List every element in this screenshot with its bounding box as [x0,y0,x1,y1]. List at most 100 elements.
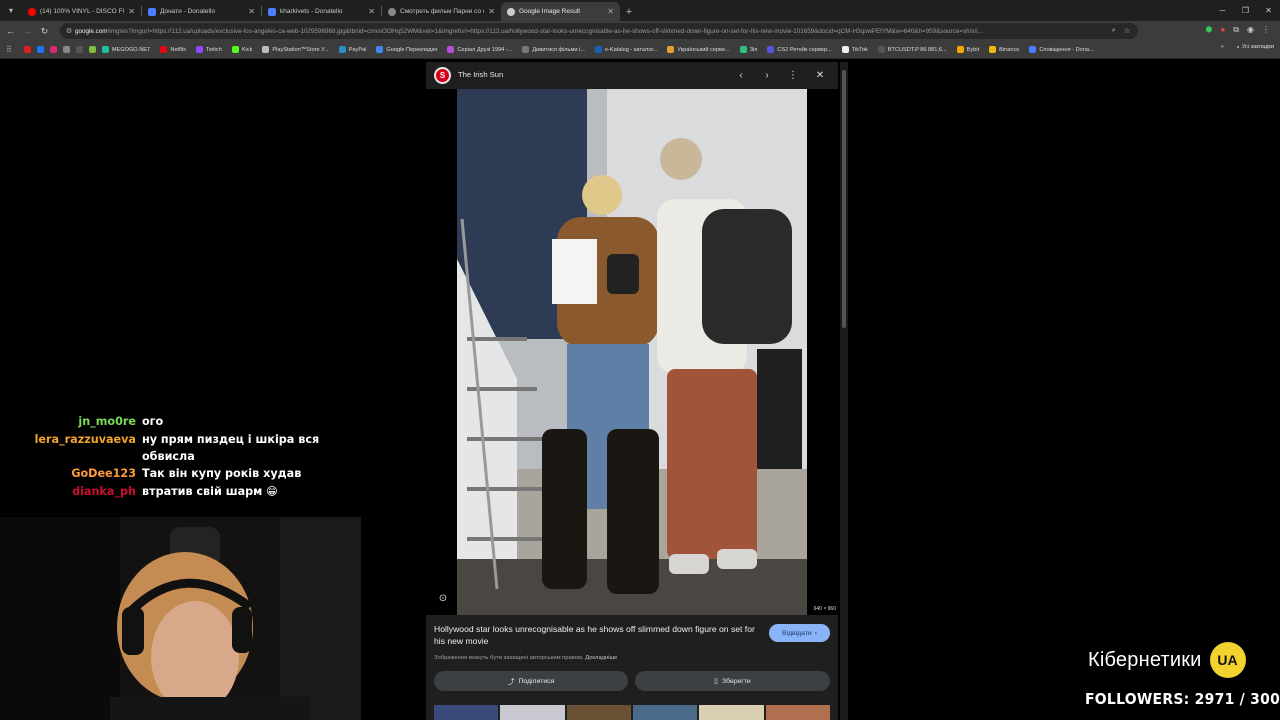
bookmark-item[interactable]: TikTok [841,46,868,53]
bookmark-favicon-icon [1029,46,1037,53]
bookmarks-more-icon[interactable]: » [1221,44,1224,50]
bookmark-item[interactable]: Зіп [739,46,757,53]
close-tab-icon[interactable]: ✕ [488,7,495,16]
tab-movie[interactable]: Смотреть фильм Парни со ст ✕ [382,2,501,21]
bookmark-favicon-icon [62,46,70,53]
bookmarks-bar: ⠿ MEGOGO.NET Netflix Twitch Kick PlayStation… [0,41,1280,59]
bookmark-item[interactable]: Bybit [956,46,980,53]
previous-image-icon[interactable]: ‹ [733,67,749,83]
all-bookmarks[interactable]: » Усі закладки [1221,44,1274,50]
bookmark-favicon-icon [160,46,168,53]
apps-grid-icon[interactable]: ⠿ [6,45,12,54]
bookmark-star-icon[interactable]: ☆ [1124,27,1130,35]
bookmark-item[interactable]: Український серве... [667,46,730,53]
learn-more-link[interactable]: Докладніше [585,655,617,661]
maximize-icon[interactable]: ❐ [1234,0,1257,21]
bookmark-item[interactable]: Binance [989,46,1019,53]
bookmark-item[interactable] [88,46,96,53]
visit-button[interactable]: Відвідати › [769,624,830,642]
extensions-puzzle-icon[interactable]: ⧉ [1233,25,1239,35]
chat-message: lera_razzuvaeva ну прям пиздец і шкіра в… [0,431,330,465]
source-name[interactable]: The Irish Sun [458,70,503,79]
chat-username: jn_mo0re [78,415,136,428]
scroll-thumb[interactable] [842,70,846,328]
bookmark-favicon-icon [956,46,964,53]
forward-icon[interactable]: → [21,23,34,39]
extension-icon[interactable]: ● [1220,25,1225,35]
tab-kharkivets-donatello[interactable]: kharkivets - Donatello ✕ [262,2,381,21]
source-logo: S [434,67,451,84]
bookmark-item[interactable] [23,46,31,53]
related-thumbnail[interactable] [632,705,698,720]
bookmark-favicon-icon [49,46,57,53]
bookmark-item[interactable] [75,46,83,53]
bookmark-item[interactable]: BTCUSDT.P 86 881,6... [877,46,947,53]
bookmark-favicon-icon [877,46,885,53]
tab-google-image-result[interactable]: Google Image Result ✕ [501,2,620,21]
copyright-text: Зображення можуть бути захищені авторськ… [434,655,584,661]
bookmark-label: Bybit [966,46,980,53]
image-frame[interactable]: ⊙ 640 × 960 [426,89,838,615]
bookmark-item[interactable]: Netflix [160,46,186,53]
bookmark-label: PlayStation™Store У... [272,46,329,53]
related-thumbnail[interactable] [500,705,565,720]
new-tab-button[interactable]: + [620,2,638,21]
bookmark-item[interactable]: Сповіщення - Dona... [1029,46,1094,53]
close-tab-icon[interactable]: ✕ [368,7,375,16]
image-title[interactable]: Hollywood star looks unrecognisable as h… [434,623,762,647]
more-options-icon[interactable]: ⋮ [785,67,801,83]
bookmark-label: BTCUSDT.P 86 881,6... [887,46,947,53]
profile-icon[interactable]: ◉ [1247,25,1254,35]
address-bar[interactable]: ⚙ google.com /imgres?imgurl=https://112.… [60,23,1138,39]
related-thumbnail[interactable] [699,705,764,720]
save-button[interactable]: ▯ Зберегти [635,671,830,691]
close-tab-icon[interactable]: ✕ [128,7,135,16]
bookmark-label: MEGOGO.NET [111,46,151,53]
bookmark-label: Binance [999,46,1020,53]
bookmark-item[interactable]: CS2 Ретейк сервер... [767,46,832,53]
next-image-icon[interactable]: › [759,67,775,83]
preview-photo[interactable] [457,89,807,615]
close-tab-icon[interactable]: ✕ [607,7,614,16]
bookmark-item[interactable] [49,46,57,53]
close-viewer-icon[interactable]: ✕ [812,67,828,83]
minimize-icon[interactable]: ─ [1211,0,1234,21]
shield-extension-icon[interactable]: ⬢ [1205,25,1212,35]
chat-text: Так він купу років худав [142,467,302,480]
bookmark-favicon-icon [88,46,96,53]
bookmark-item[interactable]: PayPal [338,46,366,53]
film-favicon-icon [388,7,396,16]
bookmark-item[interactable]: Серіал Друзі 1994 -... [447,46,512,53]
reload-icon[interactable]: ↻ [38,23,51,39]
share-button[interactable]: ⤴ Поділитися [434,671,628,691]
back-icon[interactable]: ← [4,23,17,39]
related-thumbnail[interactable] [566,705,631,720]
share-icon: ⤴ [507,679,515,686]
site-info-icon[interactable]: ⚙ [66,27,75,35]
zoom-icon[interactable]: ⌕ [1112,27,1116,35]
chevron-right-icon: › [814,629,817,637]
bookmark-item[interactable]: MEGOGO.NET [101,46,151,53]
page-scrollbar[interactable] [840,62,848,720]
tab-search-icon[interactable]: ▾ [0,0,22,21]
bookmark-item[interactable]: Twitch [195,46,222,53]
bookmark-item[interactable] [36,46,44,53]
bookmark-favicon-icon [739,46,747,53]
lens-search-icon[interactable]: ⊙ [436,591,450,605]
tab-youtube[interactable]: (14) 100% VINYL - DISCO FUNK ✕ [22,2,141,21]
bookmark-favicon-icon [338,46,346,53]
related-thumbnail[interactable] [434,705,499,720]
close-window-icon[interactable]: ✕ [1257,0,1280,21]
bookmark-item[interactable]: Google Перекладач [376,46,437,53]
bookmark-item[interactable] [62,46,70,53]
bookmark-item[interactable]: Дивитися фільми і... [522,46,585,53]
tab-donatello-donations[interactable]: Донати - Donatello ✕ [142,2,261,21]
bookmark-item[interactable]: e-Katalog - каталог... [594,46,657,53]
menu-dots-icon[interactable]: ⋮ [1262,25,1270,35]
bookmark-item[interactable]: Kick [231,46,252,53]
related-thumbnail[interactable] [765,705,830,720]
close-tab-icon[interactable]: ✕ [248,7,255,16]
bookmark-label: CS2 Ретейк сервер... [777,46,832,53]
bookmark-item[interactable]: PlayStation™Store У... [262,46,329,53]
chat-username: dianka_ph [72,485,136,498]
